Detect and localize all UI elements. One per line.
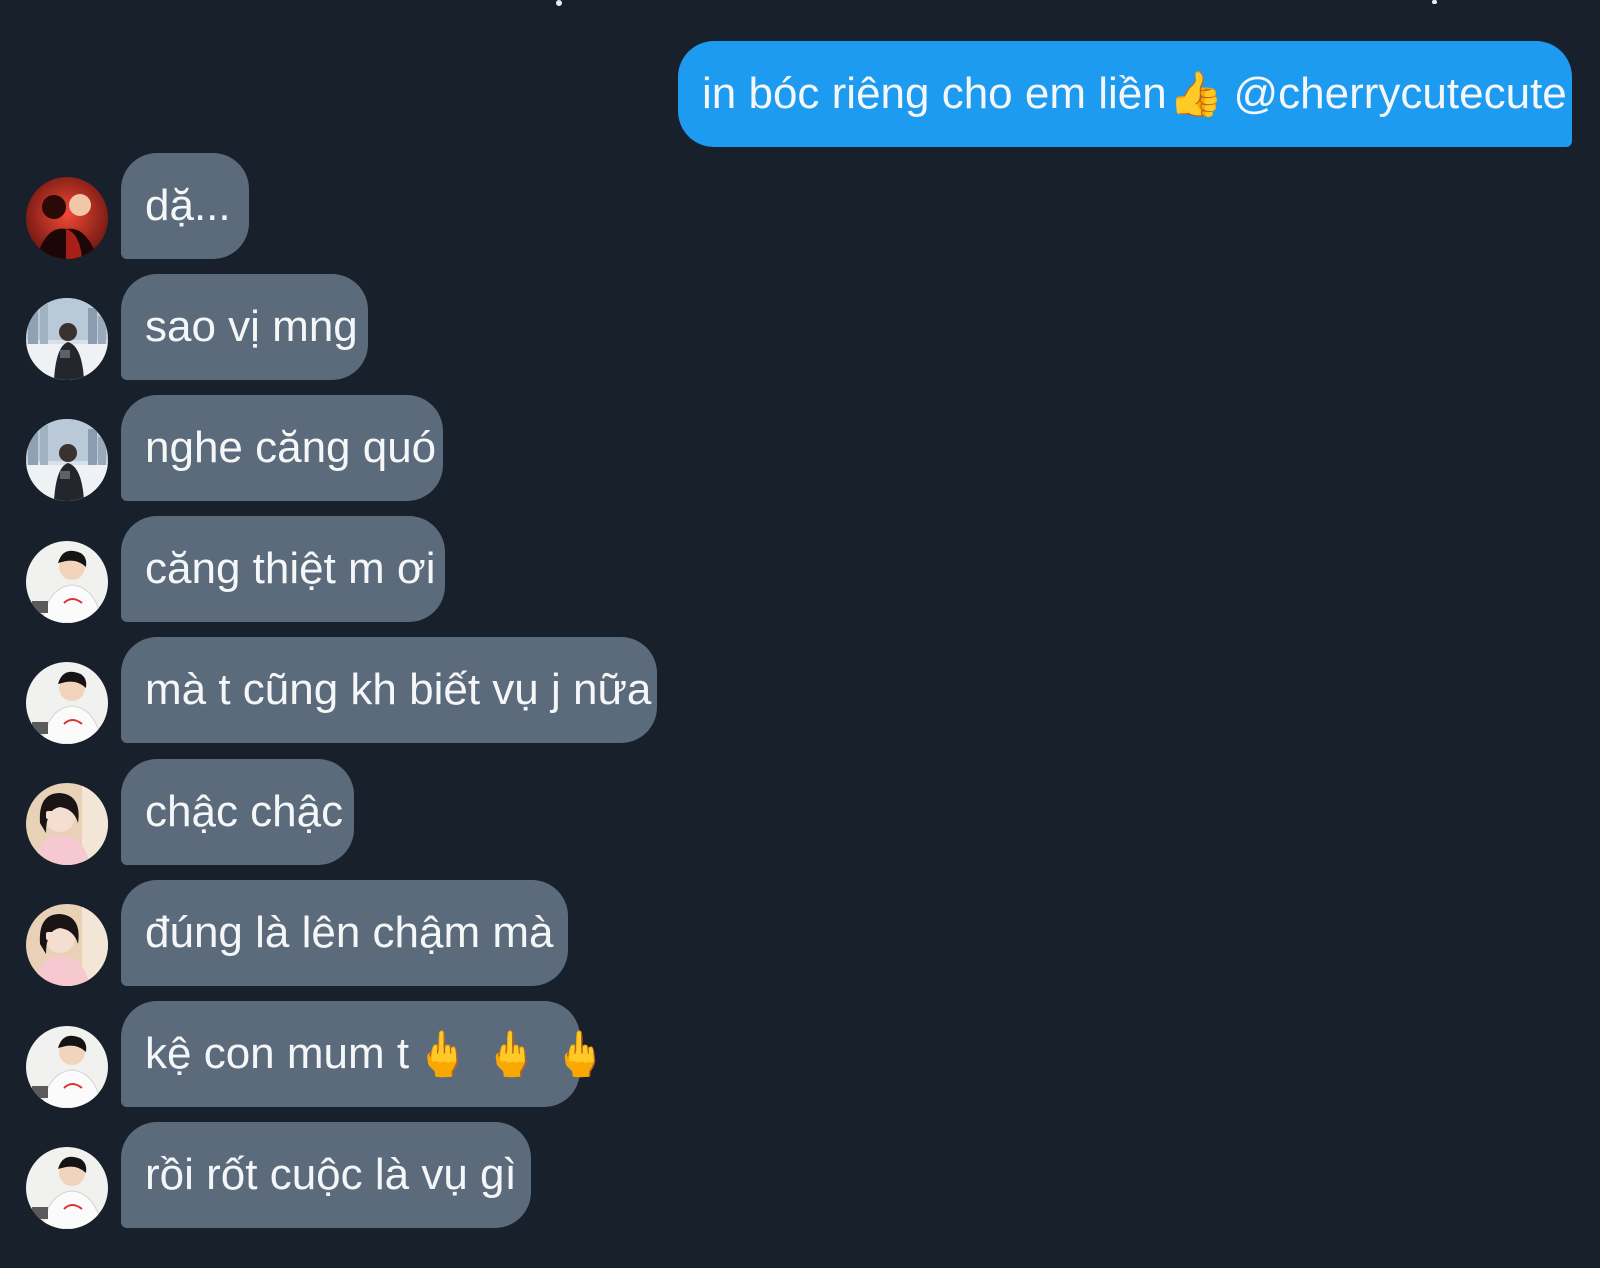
avatar-boy-icon: [26, 662, 108, 744]
incoming-message-bubble[interactable]: nghe căng quó: [121, 395, 443, 501]
avatar[interactable]: [26, 783, 108, 865]
message-text: dặ...: [145, 181, 231, 230]
incoming-message-bubble[interactable]: mà t cũng kh biết vụ j nữa: [121, 637, 657, 743]
incoming-message-bubble[interactable]: đúng là lên chậm mà: [121, 880, 568, 986]
text-fragment-dot: [1432, 0, 1437, 4]
avatar-boy-icon: [26, 541, 108, 623]
incoming-message-bubble[interactable]: sao vị mng: [121, 274, 368, 380]
outgoing-message-bubble[interactable]: in bóc riêng cho em liền 👍 @cherrycutecu…: [678, 41, 1572, 147]
message-text: nghe căng quó: [145, 423, 437, 472]
message-text: đúng là lên chậm mà: [145, 908, 554, 957]
avatar-boy-icon: [26, 1026, 108, 1108]
incoming-message-bubble[interactable]: căng thiệt m ơi: [121, 516, 445, 622]
previous-message-fragment: [0, 0, 1600, 12]
message-text: chậc chậc: [145, 787, 344, 836]
avatar[interactable]: [26, 904, 108, 986]
incoming-message-bubble[interactable]: kệ con mum t 🖕 🖕 🖕: [121, 1001, 607, 1107]
message-text: rồi rốt cuộc là vụ gì: [145, 1150, 517, 1199]
middle-finger-emoji-icon: 🖕 🖕 🖕: [415, 1029, 608, 1080]
avatar[interactable]: [26, 1147, 108, 1229]
avatar[interactable]: [26, 177, 108, 259]
thumbs-up-emoji-icon: 👍: [1168, 69, 1224, 120]
avatar-city-icon: [26, 419, 108, 501]
incoming-message-bubble[interactable]: chậc chậc: [121, 759, 354, 865]
mention-link[interactable]: @cherrycutecute: [1234, 69, 1567, 119]
avatar-girl-icon: [26, 783, 108, 865]
message-text: mà t cũng kh biết vụ j nữa: [145, 665, 652, 714]
text-fragment-dot: [556, 0, 562, 6]
avatar[interactable]: [26, 419, 108, 501]
avatar[interactable]: [26, 298, 108, 380]
message-text: kệ con mum t: [145, 1029, 410, 1078]
incoming-message-bubble[interactable]: dặ...: [121, 153, 249, 259]
avatar-city-icon: [26, 298, 108, 380]
avatar[interactable]: [26, 541, 108, 623]
avatar-boy-icon: [26, 1147, 108, 1229]
avatar-red-icon: [26, 177, 108, 259]
avatar[interactable]: [26, 1026, 108, 1108]
incoming-message-bubble[interactable]: rồi rốt cuộc là vụ gì: [121, 1122, 531, 1228]
avatar-girl-icon: [26, 904, 108, 986]
avatar[interactable]: [26, 662, 108, 744]
message-text: căng thiệt m ơi: [145, 544, 436, 593]
message-text: sao vị mng: [145, 302, 358, 351]
message-text: in bóc riêng cho em liền: [702, 69, 1167, 118]
